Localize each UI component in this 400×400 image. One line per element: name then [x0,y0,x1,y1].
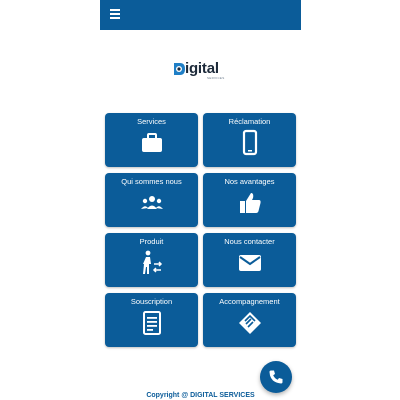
document-icon [142,311,161,335]
brand-logo: igital SERVICES [172,60,232,82]
tile-label: Souscription [130,297,173,306]
tile-nos-avantages[interactable]: Nos avantages [203,173,296,227]
briefcase-icon [141,133,162,152]
app-screen: igital SERVICES Services Réclamation Qui… [100,0,301,400]
footer-copyright: Copyright @ DIGITAL SERVICES [146,392,255,399]
tile-label: Produit [139,237,164,246]
tile-label: Nos avantages [224,177,275,186]
smartphone-icon [242,129,257,156]
person-transfer-icon [142,250,162,274]
top-app-bar [100,0,301,30]
tile-label: Réclamation [228,117,271,126]
hamburger-menu-icon[interactable] [110,9,122,21]
tile-label: Qui sommes nous [121,177,182,186]
logo-wordmark: igital [185,60,219,77]
group-icon [140,196,163,209]
phone-icon [269,370,283,384]
tile-reclamation[interactable]: Réclamation [203,113,296,167]
tile-label: Accompagnement [219,297,280,306]
tile-souscription[interactable]: Souscription [105,293,198,347]
call-fab-button[interactable] [260,361,292,393]
tile-qui-sommes-nous[interactable]: Qui sommes nous [105,173,198,227]
thumbs-up-icon [239,193,261,213]
tile-produit[interactable]: Produit [105,233,198,287]
tile-label: Services [137,117,166,126]
tile-services[interactable]: Services [105,113,198,167]
tile-accompagnement[interactable]: Accompagnement [203,293,296,347]
envelope-icon [238,255,261,271]
logo-subtitle: SERVICES [207,76,225,80]
handshake-icon [238,312,261,334]
logo-d-mark-icon [174,63,185,75]
tile-nous-contacter[interactable]: Nous contacter [203,233,296,287]
tile-label: Nous contacter [224,237,275,246]
